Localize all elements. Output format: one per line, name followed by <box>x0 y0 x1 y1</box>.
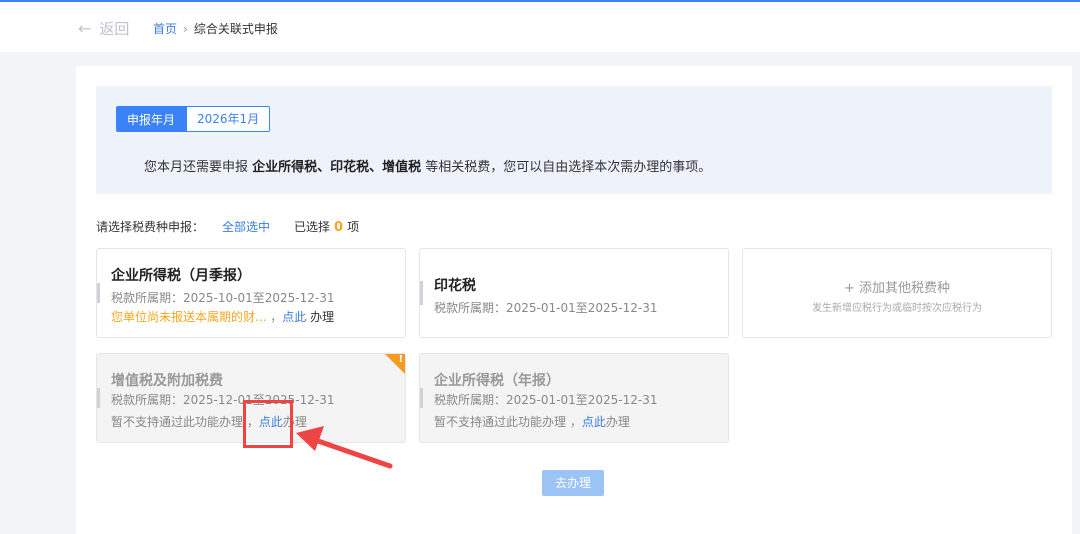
selected-count: 已选择 0 项 <box>294 218 359 235</box>
card-op: 办理 <box>605 415 630 429</box>
month-value: 2026年1月 <box>186 106 271 132</box>
card-period: 税款所属期：2025-01-01至2025-12-31 <box>434 301 658 315</box>
card-sep: ， <box>266 310 283 324</box>
card-divider <box>420 281 423 305</box>
add-tax-subtitle: 发生新增应税行为或临时按次应税行为 <box>812 303 982 314</box>
card-title: 企业所得税（月季报） <box>111 268 251 284</box>
notice-text: 您本月还需要申报 企业所得税、印花税、增值税 等相关税费，您可以自由选择本次需办… <box>144 156 711 175</box>
declaration-info-box: 申报年月 2026年1月 您本月还需要申报 企业所得税、印花税、增值税 等相关税… <box>96 86 1052 194</box>
card-op: 办理 <box>306 310 335 324</box>
card-warning: 您单位尚未报送本属期的财... <box>111 310 267 324</box>
highlight-box <box>243 400 293 448</box>
back-label: 返回 <box>99 20 130 38</box>
card-note: 暂不支持通过此功能办理 ， <box>111 415 259 429</box>
main-panel: 申报年月 2026年1月 您本月还需要申报 企业所得税、印花税、增值税 等相关税… <box>76 66 1072 534</box>
card-divider <box>97 388 100 408</box>
card-period: 税款所属期：2025-01-01至2025-12-31 <box>434 393 658 407</box>
plus-icon: + <box>843 281 855 296</box>
add-tax-title: + 添加其他税费种 <box>743 277 1051 296</box>
arrow-left-icon: ← <box>78 19 92 38</box>
top-bar: ← 返回 首页 › 综合关联式申报 <box>0 2 1080 52</box>
handle-here-link[interactable]: 点此 <box>282 310 306 324</box>
back-button[interactable]: ← 返回 <box>78 18 129 39</box>
chevron-right-icon: › <box>183 21 188 36</box>
card-divider <box>420 388 423 408</box>
declaration-month: 申报年月 2026年1月 <box>116 106 271 132</box>
exclamation-icon: ! <box>398 354 403 365</box>
card-title: 企业所得税（年报） <box>434 373 560 389</box>
card-status: 暂不支持通过此功能办理 ，点此办理 <box>434 413 630 430</box>
card-title: 印花税 <box>434 278 476 294</box>
selected-number: 0 <box>334 220 344 235</box>
selection-prompt: 请选择税费种申报： <box>96 220 205 234</box>
month-label: 申报年月 <box>116 106 187 132</box>
notice-prefix: 您本月还需要申报 <box>144 160 253 175</box>
breadcrumb: 首页 › 综合关联式申报 <box>153 20 278 37</box>
card-period: 税款所属期：2025-10-01至2025-12-31 <box>111 291 335 305</box>
notice-taxes: 企业所得税、印花税、增值税 <box>252 160 422 175</box>
tax-card-stamp-duty[interactable]: 印花税 税款所属期：2025-01-01至2025-12-31 <box>419 248 729 338</box>
card-period: 税款所属期：2025-12-01至2025-12-31 <box>111 393 335 407</box>
card-note: 暂不支持通过此功能办理 ， <box>434 415 582 429</box>
tax-card-cit-quarterly[interactable]: 企业所得税（月季报） 税款所属期：2025-10-01至2025-12-31 您… <box>96 248 406 338</box>
card-title: 增值税及附加税费 <box>111 373 223 389</box>
proceed-button[interactable]: 去办理 <box>542 470 604 496</box>
card-divider <box>97 283 100 303</box>
selection-row: 请选择税费种申报： 全部选中 已选择 0 项 <box>96 218 359 235</box>
handle-here-link[interactable]: 点此 <box>582 415 606 429</box>
notice-suffix: 等相关税费，您可以自由选择本次需办理的事项。 <box>421 160 712 175</box>
selected-suffix: 项 <box>347 220 360 234</box>
add-other-tax-card[interactable]: + 添加其他税费种 发生新增应税行为或临时按次应税行为 <box>742 248 1052 338</box>
breadcrumb-home-link[interactable]: 首页 <box>153 20 177 37</box>
tax-card-cit-annual: 企业所得税（年报） 税款所属期：2025-01-01至2025-12-31 暂不… <box>419 353 729 443</box>
card-status: 您单位尚未报送本属期的财... ，点此 办理 <box>111 308 334 325</box>
add-tax-label: 添加其他税费种 <box>859 281 951 296</box>
select-all-link[interactable]: 全部选中 <box>222 218 270 235</box>
selected-prefix: 已选择 <box>294 220 331 234</box>
breadcrumb-current: 综合关联式申报 <box>193 22 278 36</box>
